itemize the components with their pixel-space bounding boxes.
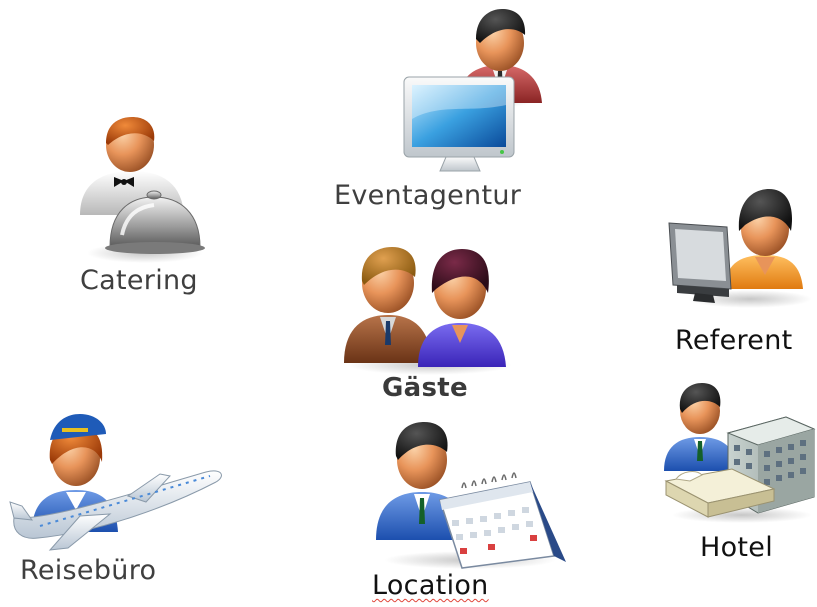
waiter-with-cloche-icon <box>80 117 205 263</box>
label-reisebuero: Reisebüro <box>20 555 157 586</box>
label-catering: Catering <box>80 265 198 296</box>
person-with-hotel-and-bed-icon <box>664 383 816 523</box>
node-eventagentur: Eventagentur <box>330 5 542 220</box>
label-location: Location <box>372 570 489 601</box>
person-with-calendar-icon <box>376 422 566 569</box>
node-hotel: Hotel <box>662 383 817 565</box>
node-catering: Catering <box>70 115 220 305</box>
two-guests-icon <box>344 247 512 375</box>
node-reisebuero: Reisebüro <box>9 410 230 595</box>
node-referent: Referent <box>665 185 815 360</box>
node-gaeste: Gäste <box>340 245 515 410</box>
label-referent: Referent <box>675 325 793 356</box>
label-gaeste: Gäste <box>382 373 468 403</box>
label-hotel: Hotel <box>700 532 774 563</box>
node-location: Location <box>370 420 570 605</box>
person-at-computer-icon <box>668 189 812 308</box>
label-eventagentur: Eventagentur <box>334 180 522 211</box>
person-with-monitor-icon <box>403 9 542 172</box>
flight-attendant-with-airplane-icon <box>9 414 222 551</box>
